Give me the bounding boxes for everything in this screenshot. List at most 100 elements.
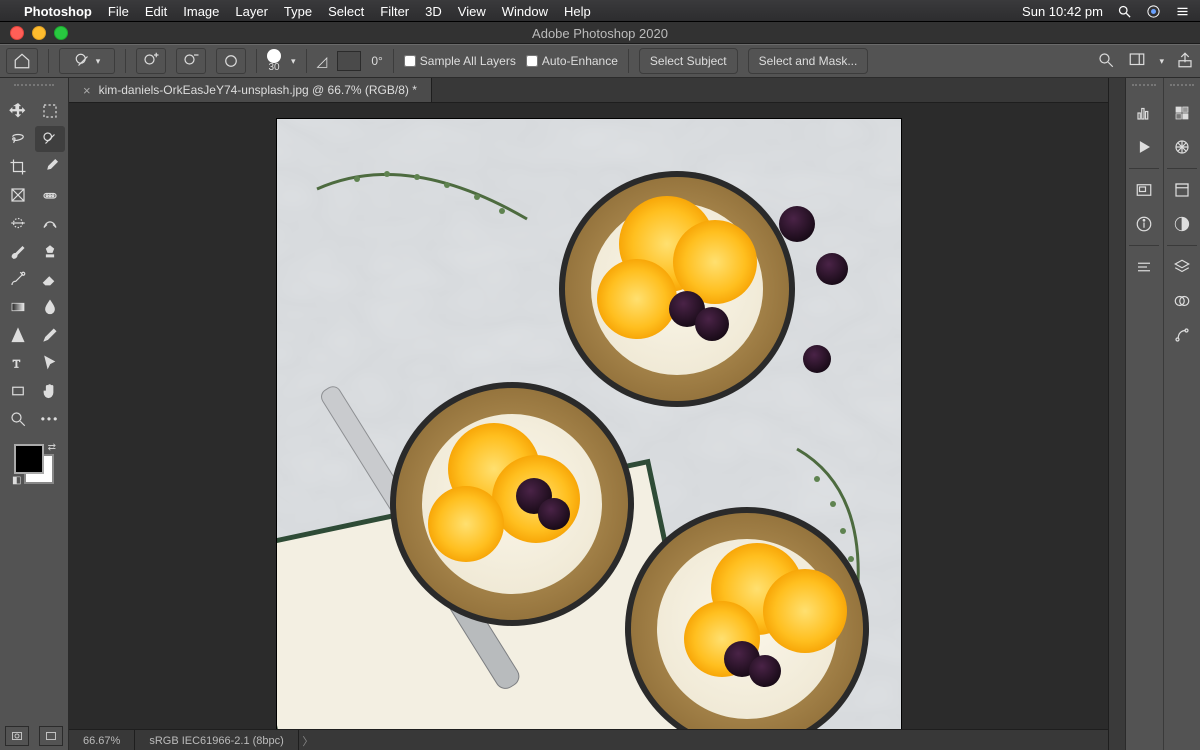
menubar-clock[interactable]: Sun 10:42 pm — [1022, 4, 1103, 19]
divider — [125, 49, 126, 73]
brush-angle-icon: ◿ — [317, 53, 328, 70]
content-aware-move-tool[interactable] — [35, 210, 65, 236]
document-tab[interactable]: × kim-daniels-OrkEasJeY74-unsplash.jpg @… — [69, 78, 432, 102]
panel-grip[interactable] — [14, 84, 54, 92]
history-brush-tool[interactable] — [3, 266, 33, 292]
menu-filter[interactable]: Filter — [380, 4, 409, 19]
control-center-icon[interactable] — [1175, 4, 1190, 19]
sample-all-layers-checkbox[interactable]: Sample All Layers — [404, 54, 516, 68]
share-icon[interactable] — [1176, 51, 1194, 72]
menu-image[interactable]: Image — [183, 4, 219, 19]
siri-icon[interactable] — [1146, 4, 1161, 19]
brush-angle-box[interactable] — [337, 51, 361, 71]
panel-grip[interactable] — [1132, 84, 1156, 92]
quick-selection-tool[interactable] — [35, 126, 65, 152]
status-expand-icon[interactable]: 〉 — [299, 733, 317, 749]
menu-window[interactable]: Window — [502, 4, 548, 19]
adjustments-panel-icon[interactable] — [1167, 211, 1197, 237]
navigator-panel-icon[interactable] — [1129, 177, 1159, 203]
chevron-down-icon[interactable]: ▾ — [1159, 56, 1164, 67]
eyedropper-tool[interactable] — [35, 154, 65, 180]
options-bar: ▾ 30 ▾ ◿ 0° Sample All Layers Auto-Enhan… — [0, 44, 1200, 78]
eraser-tool[interactable] — [35, 266, 65, 292]
menu-edit[interactable]: Edit — [145, 4, 167, 19]
status-bar: 66.67% sRGB IEC61966-2.1 (8bpc) 〉 — [69, 729, 1108, 750]
menu-file[interactable]: File — [108, 4, 129, 19]
type-tool[interactable]: T — [3, 350, 33, 376]
info-panel-icon[interactable] — [1129, 211, 1159, 237]
rectangle-tool[interactable] — [3, 378, 33, 404]
chevron-down-icon[interactable]: ▾ — [291, 56, 296, 67]
quickmask-toggle[interactable] — [5, 726, 29, 746]
divider — [48, 49, 49, 73]
frame-tool[interactable] — [3, 182, 33, 208]
divider — [256, 49, 257, 73]
swatches-panel-icon[interactable] — [1167, 100, 1197, 126]
canvas-area[interactable] — [69, 103, 1108, 729]
spot-healing-tool[interactable] — [35, 182, 65, 208]
channels-panel-icon[interactable] — [1167, 288, 1197, 314]
app-name[interactable]: Photoshop — [24, 4, 92, 19]
search-icon[interactable] — [1097, 51, 1115, 72]
crop-tool[interactable] — [3, 154, 33, 180]
pen-tool[interactable] — [35, 322, 65, 348]
chevron-down-icon: ▾ — [96, 56, 101, 67]
clone-stamp-tool[interactable] — [35, 238, 65, 264]
dodge-tool[interactable] — [3, 322, 33, 348]
new-selection-button[interactable] — [216, 48, 246, 74]
spotlight-icon[interactable] — [1117, 4, 1132, 19]
screen-mode-toggle[interactable] — [39, 726, 63, 746]
color-profile[interactable]: sRGB IEC61966-2.1 (8bpc) — [135, 730, 299, 750]
select-subject-button[interactable]: Select Subject — [639, 48, 738, 74]
right-panel-dock — [1125, 78, 1200, 750]
select-and-mask-button[interactable]: Select and Mask... — [748, 48, 869, 74]
paths-panel-icon[interactable] — [1167, 322, 1197, 348]
vertical-scrollbar[interactable] — [1108, 78, 1125, 750]
brush-preset-picker[interactable]: 30 — [267, 49, 281, 73]
menu-layer[interactable]: Layer — [235, 4, 268, 19]
panel-grip[interactable] — [1170, 84, 1194, 92]
add-to-selection-button[interactable] — [136, 48, 166, 74]
menu-view[interactable]: View — [458, 4, 486, 19]
lasso-tool[interactable] — [3, 126, 33, 152]
default-colors-icon[interactable]: ◧ — [12, 475, 21, 486]
mac-menubar: Photoshop File Edit Image Layer Type Sel… — [0, 0, 1200, 22]
zoom-level[interactable]: 66.67% — [69, 730, 135, 750]
divider — [306, 49, 307, 73]
actions-panel-icon[interactable] — [1129, 134, 1159, 160]
patch-tool[interactable] — [3, 210, 33, 236]
foreground-color-swatch[interactable] — [14, 444, 44, 474]
menu-select[interactable]: Select — [328, 4, 364, 19]
color-panel-icon[interactable] — [1167, 134, 1197, 160]
active-tool-preset[interactable]: ▾ — [59, 48, 115, 74]
menu-type[interactable]: Type — [284, 4, 312, 19]
blur-tool[interactable] — [35, 294, 65, 320]
auto-enhance-label: Auto-Enhance — [542, 54, 618, 68]
auto-enhance-checkbox[interactable]: Auto-Enhance — [526, 54, 618, 68]
subtract-from-selection-button[interactable] — [176, 48, 206, 74]
brush-tool[interactable] — [3, 238, 33, 264]
gradient-tool[interactable] — [3, 294, 33, 320]
color-swatches[interactable]: ⇄ ◧ — [12, 442, 56, 486]
home-button[interactable] — [6, 48, 38, 74]
swap-colors-icon[interactable]: ⇄ — [48, 442, 56, 453]
marquee-tool[interactable] — [35, 98, 65, 124]
menu-3d[interactable]: 3D — [425, 4, 442, 19]
window-title: Adobe Photoshop 2020 — [0, 26, 1200, 41]
open-image[interactable] — [277, 119, 901, 729]
sample-all-layers-label: Sample All Layers — [420, 54, 516, 68]
layers-panel-icon[interactable] — [1167, 254, 1197, 280]
move-tool[interactable] — [3, 98, 33, 124]
close-tab-icon[interactable]: × — [83, 83, 91, 98]
menu-help[interactable]: Help — [564, 4, 591, 19]
brush-angle-value[interactable]: 0° — [371, 54, 382, 68]
zoom-tool[interactable] — [3, 406, 33, 432]
paragraph-panel-icon[interactable] — [1129, 254, 1159, 280]
hand-tool[interactable] — [35, 378, 65, 404]
edit-toolbar[interactable]: ••• — [35, 406, 65, 432]
libraries-panel-icon[interactable] — [1167, 177, 1197, 203]
histogram-panel-icon[interactable] — [1129, 100, 1159, 126]
path-selection-tool[interactable] — [35, 350, 65, 376]
workspace-switcher[interactable] — [1127, 51, 1147, 72]
brush-size-value: 30 — [268, 63, 279, 73]
